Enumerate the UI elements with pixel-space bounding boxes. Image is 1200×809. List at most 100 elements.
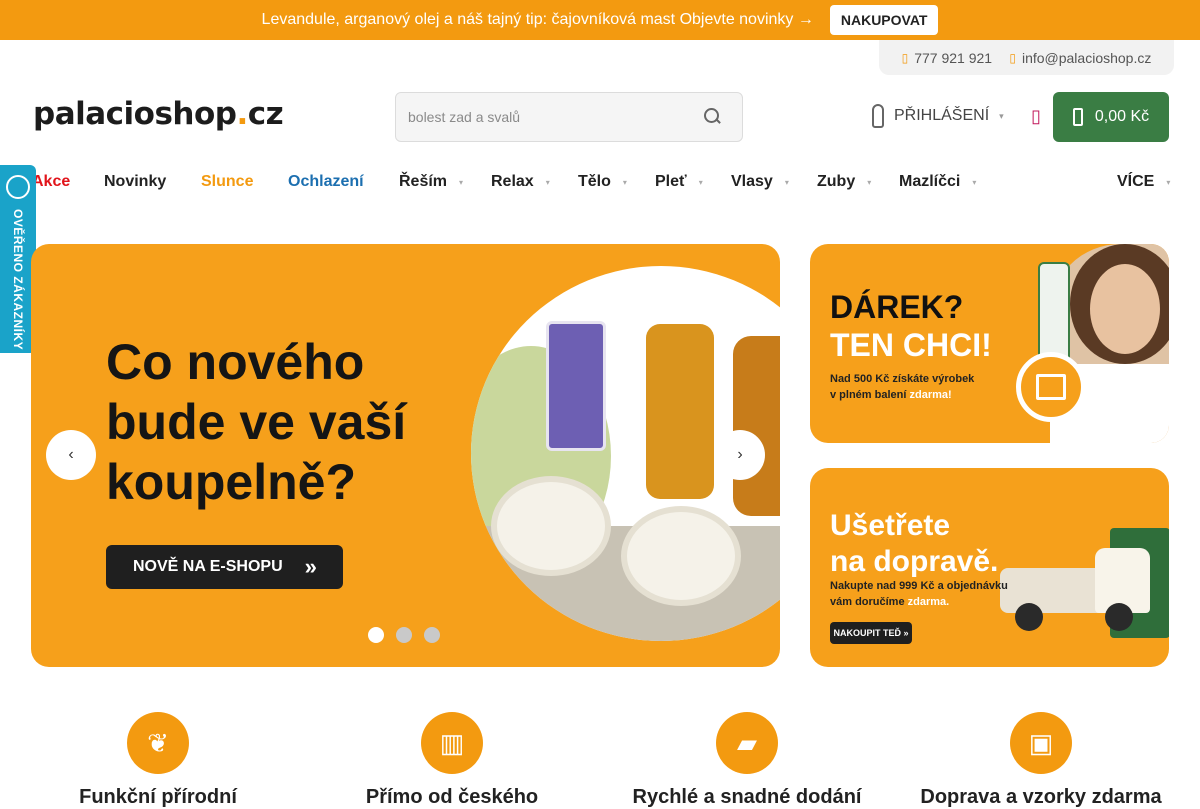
nav-item-vice[interactable]: VÍCE ▾ — [1117, 173, 1170, 191]
gift-subtext: Nad 500 Kč získáte výrobek v plném balen… — [830, 371, 1030, 403]
nav-item-novinky[interactable]: Novinky — [104, 173, 166, 191]
slider-dot[interactable] — [396, 627, 412, 643]
email-address: info@palacioshop.cz — [1021, 49, 1152, 66]
nav-label: Mazlíčci — [899, 173, 961, 190]
slider-prev-button[interactable]: ‹ — [46, 430, 96, 480]
feature-title: Doprava a vzorky zdarma — [920, 786, 1162, 808]
nav-item-slunce[interactable]: Slunce — [201, 173, 253, 191]
hero-slider: Co nového bude ve vaší koupelně? NOVĚ NA… — [31, 244, 780, 667]
shipping-banner[interactable]: Ušetřete na dopravě. Nakupte nad 999 Kč … — [810, 468, 1169, 667]
logo-tld: cz — [247, 96, 284, 132]
gift-banner[interactable]: DÁREK? TEN CHCI! Nad 500 Kč získáte výro… — [810, 244, 1169, 443]
search-box — [395, 92, 743, 142]
nav-label: Zuby — [817, 173, 856, 190]
slider-dot[interactable] — [424, 627, 440, 643]
nav-item-resim[interactable]: Řeším ▾ — [399, 173, 463, 191]
shipping-sub-line: vám doručíme zdarma. — [830, 594, 1020, 610]
nav-label: Řeším — [399, 173, 448, 190]
heart-icon[interactable]: ▯ — [1031, 106, 1041, 127]
seal-icon — [6, 175, 30, 199]
shop-now-banner-label: NAKOUPIT TEĎ — [833, 628, 901, 638]
shipping-sub-part: vám doručíme — [830, 596, 905, 608]
factory-icon: ▥ — [421, 712, 483, 774]
nav-label: Relax — [491, 173, 534, 190]
gift-sub-part: v plném balení — [830, 389, 907, 401]
chevron-down-icon: ▾ — [999, 110, 1004, 121]
chevron-down-icon: ▾ — [1166, 177, 1171, 187]
gift-heading: DÁREK? TEN CHCI! — [830, 288, 992, 364]
chevron-down-icon: ▾ — [459, 177, 464, 187]
nav-item-mazlicci[interactable]: Mazlíčci ▾ — [899, 173, 976, 191]
phone-icon: ▯ — [901, 50, 909, 65]
chevron-down-icon: ▾ — [784, 177, 789, 187]
slider-dot[interactable] — [368, 627, 384, 643]
leaf-icon: ❦ — [127, 712, 189, 774]
feature-czech: ▥ Přímo od českého — [322, 712, 582, 809]
phone-number: 777 921 921 — [914, 49, 993, 66]
cart-button[interactable]: 0,00 Kč — [1053, 92, 1169, 142]
bath-salt-product — [546, 321, 606, 451]
promo-bar: Levandule, arganový olej a náš tajný tip… — [0, 0, 1200, 40]
hero-cta-button[interactable]: NOVĚ NA E-SHOPU » — [106, 545, 343, 589]
gift-sub-line: v plném balení zdarma! — [830, 387, 1030, 403]
nav-item-ochlazeni[interactable]: Ochlazení — [288, 173, 364, 191]
search-icon[interactable] — [702, 107, 722, 127]
verified-label: OVĚŘENO ZÁKAZNÍKY — [11, 209, 25, 351]
nav-item-telo[interactable]: Tělo ▾ — [578, 173, 627, 191]
shopping-bag-icon — [1072, 108, 1083, 126]
slider-next-button[interactable]: › — [715, 430, 765, 480]
shower-gel-product — [646, 324, 714, 499]
nav-label: Ochlazení — [288, 173, 364, 190]
logo-dot: . — [236, 96, 248, 132]
nav-item-plet[interactable]: Pleť ▾ — [655, 173, 703, 191]
shipping-heading-line: Ušetřete — [830, 509, 951, 542]
chevron-down-icon: ▾ — [698, 177, 703, 187]
promo-text[interactable]: Levandule, arganový olej a náš tajný tip… — [262, 11, 814, 29]
nav-item-akce[interactable]: Akce — [32, 173, 70, 191]
nav-label: Pleť — [655, 173, 687, 190]
phone-link[interactable]: ▯ 777 921 921 — [902, 50, 992, 66]
chevron-down-icon: ▾ — [972, 177, 977, 187]
gift-sub-line: Nad 500 Kč získáte výrobek — [830, 373, 975, 385]
login-label: PŘIHLÁŠENÍ — [894, 107, 990, 124]
login-button[interactable]: PŘIHLÁŠENÍ ▾ — [872, 104, 1004, 128]
gift-box — [1036, 374, 1066, 400]
chevron-down-icon: ▾ — [545, 177, 550, 187]
nav-item-relax[interactable]: Relax ▾ — [491, 173, 550, 191]
envelope-icon: ▯ — [1009, 50, 1016, 65]
truck-icon: ▰ — [716, 712, 778, 774]
chevron-right-icon: › — [737, 446, 743, 463]
hero-heading-line: bude ve vaší — [106, 394, 407, 450]
site-logo[interactable]: palacioshop.cz — [33, 96, 284, 132]
shop-now-banner-button[interactable]: NAKOUPIT TEĎ » — [830, 622, 912, 644]
truck-image — [1000, 548, 1150, 648]
chevron-down-icon: ▾ — [622, 177, 627, 187]
logo-main: palacioshop — [33, 96, 237, 132]
user-icon — [872, 104, 884, 128]
hero-heading-line: Co nového — [106, 334, 365, 390]
gift-icon: ▣ — [1010, 712, 1072, 774]
feature-free-shipping: ▣ Doprava a vzorky zdarma — [911, 712, 1171, 809]
nav-label: Vlasy — [731, 173, 773, 190]
hero-heading-line: koupelně? — [106, 454, 357, 510]
nav-label: Slunce — [201, 173, 254, 190]
gift-heading-line: DÁREK? — [830, 289, 964, 325]
main-nav: Akce Novinky Slunce Ochlazení Řeším ▾ Rel… — [0, 163, 1200, 203]
feature-natural: ❦ Funkční přírodní — [28, 712, 288, 809]
slider-dots — [368, 627, 440, 643]
gift-sub-highlight: zdarma! — [909, 389, 952, 401]
nav-item-vlasy[interactable]: Vlasy ▾ — [731, 173, 789, 191]
gift-heading-line: TEN CHCI! — [830, 327, 992, 363]
nav-label: Novinky — [104, 173, 167, 190]
shop-now-button[interactable]: NAKUPOVAT — [829, 5, 939, 35]
email-link[interactable]: ▯ info@palacioshop.cz — [1009, 50, 1151, 66]
nav-label: Akce — [32, 173, 71, 190]
feature-delivery: ▰ Rychlé a snadné dodání — [617, 712, 877, 809]
liquid-soap-product — [733, 336, 780, 516]
nav-label: VÍCE — [1117, 173, 1155, 190]
shipping-heading: Ušetřete na dopravě. — [830, 508, 998, 580]
marigold-balm-product — [621, 506, 741, 606]
search-input[interactable] — [408, 109, 702, 125]
shipping-subtext: Nakupte nad 999 Kč a objednávku vám doru… — [830, 578, 1020, 610]
nav-item-zuby[interactable]: Zuby ▾ — [817, 173, 871, 191]
